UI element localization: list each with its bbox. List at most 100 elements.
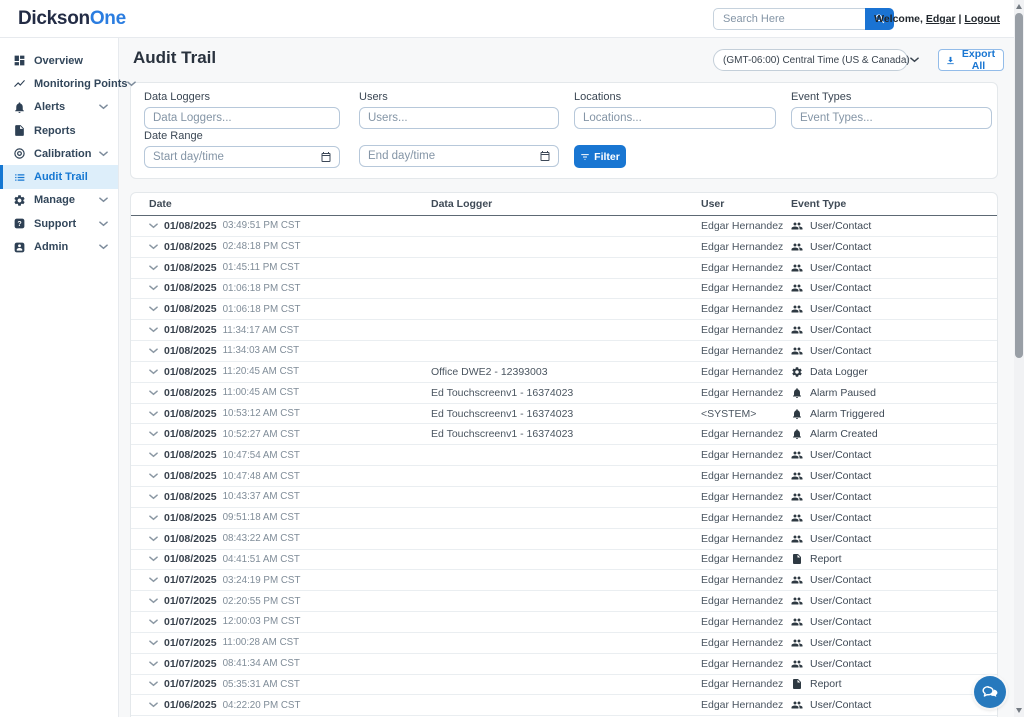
logout-link[interactable]: Logout — [964, 13, 1000, 25]
locations-input[interactable] — [574, 107, 776, 129]
expand-chevron-icon[interactable] — [149, 473, 158, 479]
date-range-label: Date Range — [144, 130, 340, 142]
expand-chevron-icon[interactable] — [149, 369, 158, 375]
expand-chevron-icon[interactable] — [149, 702, 158, 708]
event-type-label: User/Contact — [810, 324, 871, 336]
table-row[interactable]: 01/08/2025 10:53:12 AM CST Ed Touchscree… — [131, 404, 997, 425]
expand-chevron-icon[interactable] — [149, 515, 158, 521]
table-row[interactable]: 01/08/2025 11:00:45 AM CST Ed Touchscree… — [131, 383, 997, 404]
expand-chevron-icon[interactable] — [149, 661, 158, 667]
chat-bubbles-icon — [980, 682, 1000, 702]
end-date-input[interactable] — [359, 145, 559, 167]
table-row[interactable]: 01/07/2025 12:00:03 PM CST Edgar Hernand… — [131, 612, 997, 633]
expand-chevron-icon[interactable] — [149, 285, 158, 291]
calendar-icon[interactable] — [320, 151, 332, 163]
sidebar-item-manage[interactable]: Manage — [0, 189, 118, 212]
chevron-down-icon — [99, 151, 108, 157]
table-row[interactable]: 01/08/2025 11:34:03 AM CST Edgar Hernand… — [131, 341, 997, 362]
sidebar-item-overview[interactable]: Overview — [0, 49, 118, 72]
table-row[interactable]: 01/08/2025 03:49:51 PM CST Edgar Hernand… — [131, 216, 997, 237]
date-cell: 01/08/2025 11:20:45 AM CST — [149, 366, 431, 378]
row-date: 01/08/2025 — [164, 491, 217, 503]
table-row[interactable]: 01/08/2025 01:06:18 PM CST Edgar Hernand… — [131, 279, 997, 300]
expand-chevron-icon[interactable] — [149, 244, 158, 250]
expand-chevron-icon[interactable] — [149, 536, 158, 542]
expand-chevron-icon[interactable] — [149, 390, 158, 396]
export-all-button[interactable]: Export All — [938, 49, 1004, 71]
table-row[interactable]: 01/08/2025 09:51:18 AM CST Edgar Hernand… — [131, 508, 997, 529]
vertical-scrollbar[interactable] — [1014, 0, 1024, 717]
table-row[interactable]: 01/08/2025 10:47:48 AM CST Edgar Hernand… — [131, 466, 997, 487]
expand-chevron-icon[interactable] — [149, 348, 158, 354]
sidebar-item-reports[interactable]: Reports — [0, 119, 118, 142]
table-row[interactable]: 01/08/2025 08:43:22 AM CST Edgar Hernand… — [131, 529, 997, 550]
sidebar-item-monitoring-points[interactable]: Monitoring Points — [0, 72, 118, 95]
table-row[interactable]: 01/07/2025 11:00:28 AM CST Edgar Hernand… — [131, 633, 997, 654]
expand-chevron-icon[interactable] — [149, 556, 158, 562]
row-date: 01/06/2025 — [164, 699, 217, 711]
table-row[interactable]: 01/08/2025 01:06:18 PM CST Edgar Hernand… — [131, 299, 997, 320]
sidebar-item-alerts[interactable]: Alerts — [0, 96, 118, 119]
row-time: 11:00:45 AM CST — [223, 387, 300, 398]
live-chat-button[interactable] — [974, 676, 1006, 708]
users-input[interactable] — [359, 107, 559, 129]
event-types-input[interactable] — [791, 107, 992, 129]
users-icon — [791, 616, 803, 628]
expand-chevron-icon[interactable] — [149, 265, 158, 271]
logo-part-one: One — [90, 8, 126, 29]
table-row[interactable]: 01/08/2025 10:43:37 AM CST Edgar Hernand… — [131, 487, 997, 508]
filter-button[interactable]: Filter — [574, 145, 626, 168]
table-row[interactable]: 01/07/2025 05:35:31 AM CST Edgar Hernand… — [131, 675, 997, 696]
table-row[interactable]: 01/08/2025 01:45:11 PM CST Edgar Hernand… — [131, 258, 997, 279]
calendar-icon[interactable] — [539, 150, 551, 162]
sidebar-item-admin[interactable]: Admin — [0, 235, 118, 258]
row-date: 01/07/2025 — [164, 574, 217, 586]
scrollbar-down-arrow-icon[interactable] — [1016, 708, 1022, 713]
table-row[interactable]: 01/07/2025 08:41:34 AM CST Edgar Hernand… — [131, 654, 997, 675]
expand-chevron-icon[interactable] — [149, 494, 158, 500]
table-row[interactable]: 01/07/2025 03:24:19 PM CST Edgar Hernand… — [131, 570, 997, 591]
expand-chevron-icon[interactable] — [149, 640, 158, 646]
start-date-input[interactable] — [144, 146, 340, 168]
data-loggers-label: Data Loggers — [144, 91, 340, 103]
user-cell: Edgar Hernandez — [701, 533, 791, 545]
table-row[interactable]: 01/07/2025 02:20:55 PM CST Edgar Hernand… — [131, 591, 997, 612]
expand-chevron-icon[interactable] — [149, 681, 158, 687]
table-row[interactable]: 01/08/2025 04:41:51 AM CST Edgar Hernand… — [131, 550, 997, 571]
gear-icon — [13, 194, 26, 207]
users-icon — [791, 303, 803, 315]
event-type-cell: Alarm Triggered — [791, 408, 997, 420]
table-row[interactable]: 01/06/2025 04:22:20 PM CST Edgar Hernand… — [131, 695, 997, 716]
expand-chevron-icon[interactable] — [149, 431, 158, 437]
top-bar: DicksonOne Welcome, Edgar | Logout — [0, 0, 1014, 38]
table-row[interactable]: 01/08/2025 02:48:18 PM CST Edgar Hernand… — [131, 237, 997, 258]
expand-chevron-icon[interactable] — [149, 598, 158, 604]
grid-icon — [13, 54, 26, 67]
row-time: 10:53:12 AM CST — [223, 408, 300, 419]
expand-chevron-icon[interactable] — [149, 306, 158, 312]
sidebar-item-label: Support — [34, 218, 76, 230]
expand-chevron-icon[interactable] — [149, 327, 158, 333]
expand-chevron-icon[interactable] — [149, 619, 158, 625]
table-row[interactable]: 01/08/2025 11:34:17 AM CST Edgar Hernand… — [131, 320, 997, 341]
expand-chevron-icon[interactable] — [149, 577, 158, 583]
expand-chevron-icon[interactable] — [149, 452, 158, 458]
search-input[interactable] — [713, 8, 866, 30]
scrollbar-thumb[interactable] — [1015, 13, 1023, 358]
sidebar-item-calibration[interactable]: Calibration — [0, 142, 118, 165]
scrollbar-up-arrow-icon[interactable] — [1016, 4, 1022, 9]
timezone-select[interactable]: (GMT-06:00) Central Time (US & Canada) — [713, 49, 908, 71]
event-type-cell: User/Contact — [791, 220, 997, 232]
table-row[interactable]: 01/08/2025 10:47:54 AM CST Edgar Hernand… — [131, 445, 997, 466]
table-row[interactable]: 01/08/2025 11:20:45 AM CST Office DWE2 -… — [131, 362, 997, 383]
timezone-value: (GMT-06:00) Central Time (US & Canada) — [723, 55, 910, 66]
data-loggers-input[interactable] — [144, 107, 340, 129]
sidebar-item-label: Monitoring Points — [34, 78, 127, 90]
sidebar-item-audit-trail[interactable]: Audit Trail — [0, 165, 118, 188]
expand-chevron-icon[interactable] — [149, 223, 158, 229]
user-link[interactable]: Edgar — [926, 13, 956, 25]
table-row[interactable]: 01/08/2025 10:52:27 AM CST Ed Touchscree… — [131, 424, 997, 445]
expand-chevron-icon[interactable] — [149, 411, 158, 417]
sidebar-item-support[interactable]: ? Support — [0, 212, 118, 235]
row-date: 01/08/2025 — [164, 533, 217, 545]
